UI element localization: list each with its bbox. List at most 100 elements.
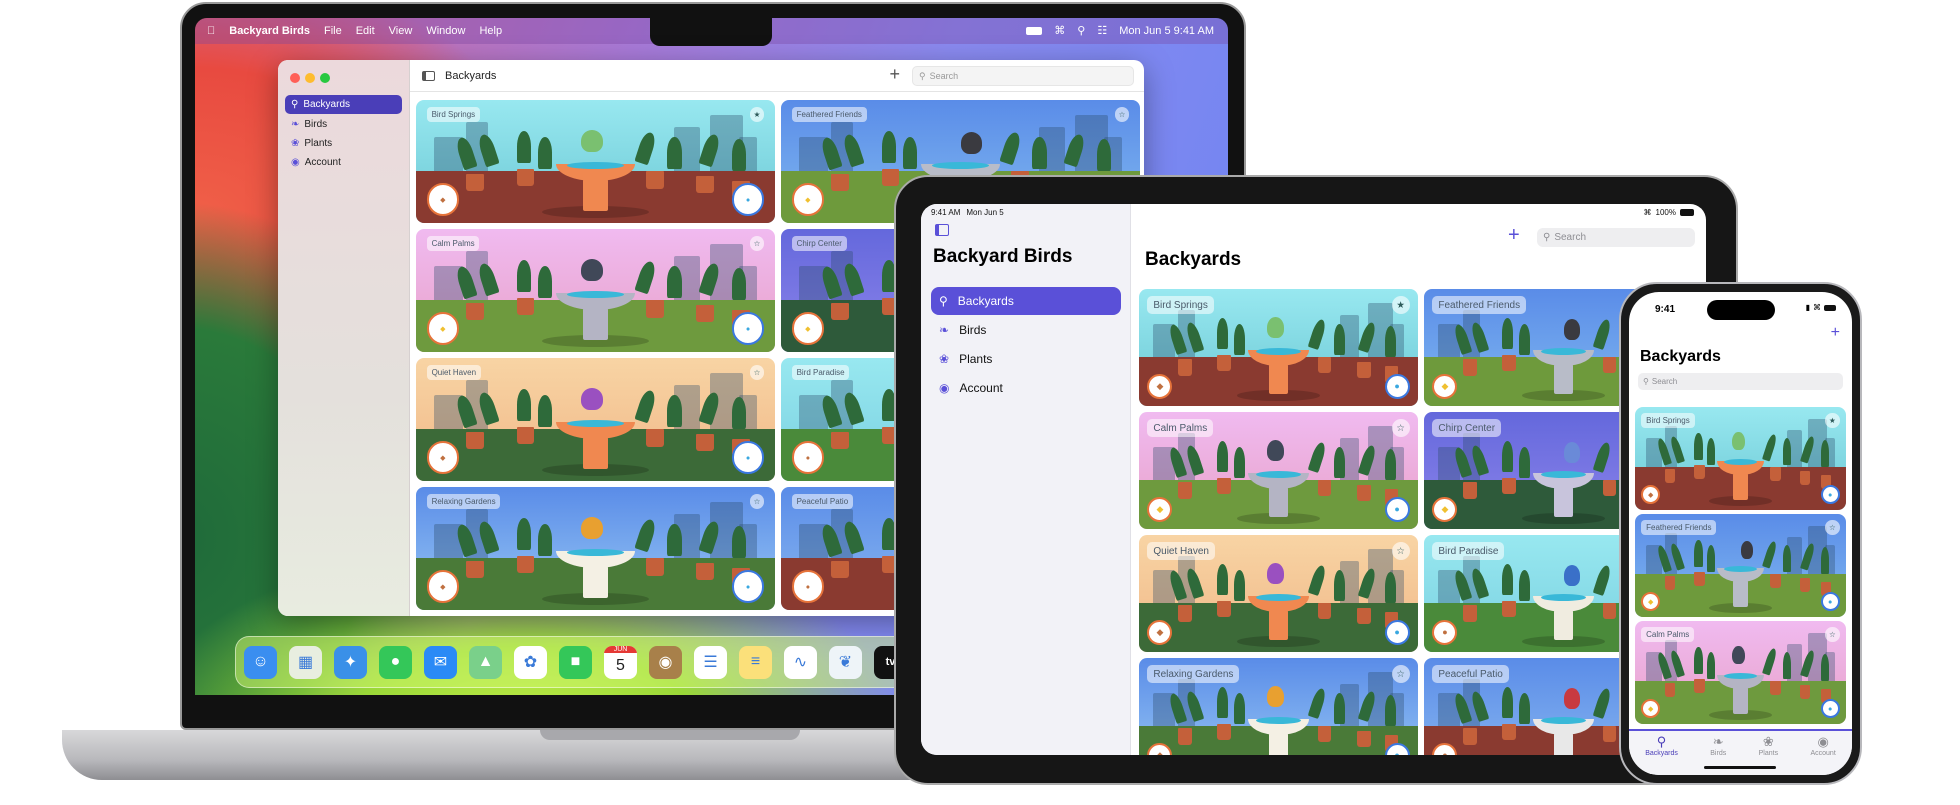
plant-leaf — [1782, 544, 1792, 572]
plant-pot — [881, 168, 900, 187]
sidebar-item-account[interactable]: ◉ Account — [285, 153, 402, 172]
finder-icon[interactable]: ☺ — [244, 645, 277, 679]
calendar-icon[interactable]: JUN 5 — [604, 645, 637, 679]
search-input[interactable]: ⚲ Search — [1537, 228, 1695, 247]
zoom-button[interactable] — [320, 73, 330, 83]
backyard-card[interactable]: ◆ ● Relaxing Gardens ☆ — [1139, 658, 1418, 755]
backyard-card[interactable]: ◆ ● Calm Palms ☆ — [416, 229, 775, 352]
food-badge[interactable]: ◆ — [791, 183, 825, 216]
battery-icon[interactable] — [1026, 27, 1043, 35]
food-badge[interactable]: ◆ — [426, 570, 460, 603]
sidebar-item-backyards[interactable]: ⚲ Backyards — [285, 95, 402, 114]
favorite-star-icon[interactable]: ☆ — [749, 365, 765, 380]
tab-backyards[interactable]: ⚲ Backyards — [1645, 735, 1678, 775]
control-center-icon[interactable]: ☷ — [1097, 25, 1107, 37]
close-button[interactable] — [290, 73, 300, 83]
birdbath-icon: ⚲ — [939, 294, 948, 308]
backyard-card[interactable]: ◆ ● Relaxing Gardens ☆ — [416, 487, 775, 610]
add-button[interactable]: + — [1831, 324, 1840, 342]
food-badge[interactable]: ◆ — [1641, 698, 1661, 718]
favorite-star-icon[interactable]: ☆ — [1114, 107, 1130, 122]
food-badge[interactable]: ● — [791, 441, 825, 474]
sidebar-toggle-icon[interactable] — [935, 224, 949, 236]
water-badge[interactable]: ● — [731, 441, 765, 474]
photos-icon[interactable]: ✿ — [514, 645, 547, 679]
menu-help[interactable]: Help — [479, 25, 502, 37]
backyard-card[interactable]: ◆ ● Bird Springs ★ — [416, 100, 775, 223]
favorite-star-icon[interactable]: ☆ — [749, 494, 765, 509]
water-badge[interactable]: ● — [731, 570, 765, 603]
food-badge[interactable]: ◆ — [1641, 591, 1661, 611]
search-icon[interactable]: ⚲ — [1077, 25, 1085, 37]
favorite-star-filled-icon[interactable]: ★ — [749, 107, 765, 122]
sidebar-toggle-icon[interactable] — [422, 70, 435, 81]
water-badge[interactable]: ● — [1820, 484, 1840, 504]
launchpad-icon[interactable]: ▦ — [289, 645, 322, 679]
apple-icon[interactable]:  — [207, 25, 215, 37]
wifi-icon[interactable]: ⌘ — [1054, 25, 1065, 37]
plant-leaf — [1217, 441, 1229, 472]
water-badge[interactable]: ● — [1820, 591, 1840, 611]
mail-icon[interactable]: ✉ — [424, 645, 457, 679]
favorite-star-icon[interactable]: ☆ — [1825, 520, 1840, 535]
favorite-star-icon[interactable]: ☆ — [749, 236, 765, 251]
sidebar-item-birds[interactable]: ❧ Birds — [285, 115, 402, 134]
backyard-card[interactable]: ◆ ● Feathered Friends ☆ — [1635, 514, 1846, 617]
messages-icon[interactable]: ● — [379, 645, 412, 679]
facetime-icon[interactable]: ■ — [559, 645, 592, 679]
water-badge[interactable]: ● — [1384, 496, 1410, 522]
favorite-star-icon[interactable]: ☆ — [1391, 665, 1410, 684]
sidebar-item-account[interactable]: ◉ Account — [931, 374, 1121, 402]
menu-edit[interactable]: Edit — [356, 25, 375, 37]
bird-icon — [581, 516, 603, 539]
food-badge[interactable]: ◆ — [791, 312, 825, 345]
tab-account[interactable]: ◉ Account — [1810, 735, 1835, 775]
water-badge[interactable]: ● — [731, 312, 765, 345]
maps-icon[interactable]: ▲ — [469, 645, 502, 679]
water-badge[interactable]: ● — [1384, 619, 1410, 645]
favorite-star-icon[interactable]: ☆ — [1391, 419, 1410, 438]
water-badge[interactable]: ● — [1820, 698, 1840, 718]
favorite-star-icon[interactable]: ☆ — [1391, 542, 1410, 561]
water-badge[interactable]: ● — [1384, 373, 1410, 399]
menu-view[interactable]: View — [389, 25, 413, 37]
favorite-star-icon[interactable]: ☆ — [1825, 627, 1840, 642]
favorite-star-filled-icon[interactable]: ★ — [1391, 296, 1410, 315]
menu-app-name[interactable]: Backyard Birds — [229, 25, 310, 37]
menu-window[interactable]: Window — [426, 25, 465, 37]
backyard-card[interactable]: ◆ ● Calm Palms ☆ — [1635, 621, 1846, 724]
sidebar-item-backyards[interactable]: ⚲ Backyards — [931, 287, 1121, 315]
backyard-card[interactable]: ◆ ● Bird Springs ★ — [1635, 407, 1846, 510]
food-badge[interactable]: ◆ — [426, 183, 460, 216]
suet-icon: ◆ — [1156, 503, 1164, 514]
food-badge[interactable]: ◆ — [1641, 484, 1661, 504]
water-badge[interactable]: ● — [731, 183, 765, 216]
sidebar-item-birds[interactable]: ❧ Birds — [931, 316, 1121, 344]
add-button[interactable]: + — [1508, 224, 1520, 247]
backyard-card[interactable]: ◆ ● Quiet Haven ☆ — [416, 358, 775, 481]
reminders-icon[interactable]: ☰ — [694, 645, 727, 679]
food-badge[interactable]: ◆ — [426, 441, 460, 474]
freeform-icon[interactable]: ∿ — [784, 645, 817, 679]
hummingbird-icon[interactable]: ❦ — [829, 645, 862, 679]
tab-birds[interactable]: ❧ Birds — [1710, 735, 1726, 775]
backyard-card[interactable]: ◆ ● Quiet Haven ☆ — [1139, 535, 1418, 652]
add-button[interactable]: + — [889, 64, 900, 85]
safari-icon[interactable]: ✦ — [334, 645, 367, 679]
plant-leaf — [516, 388, 531, 421]
notes-icon[interactable]: ≡ — [739, 645, 772, 679]
search-input[interactable]: ⚲ Search — [912, 66, 1134, 86]
favorite-star-filled-icon[interactable]: ★ — [1825, 413, 1840, 428]
backyard-card[interactable]: ◆ ● Calm Palms ☆ — [1139, 412, 1418, 529]
sidebar-item-plants[interactable]: ❀ Plants — [285, 134, 402, 153]
food-badge[interactable]: ◆ — [426, 312, 460, 345]
menu-clock[interactable]: Mon Jun 5 9:41 AM — [1119, 25, 1214, 37]
sidebar-item-plants[interactable]: ❀ Plants — [931, 345, 1121, 373]
tab-plants[interactable]: ❀ Plants — [1759, 735, 1778, 775]
backyard-card[interactable]: ◆ ● Bird Springs ★ — [1139, 289, 1418, 406]
food-badge[interactable]: ● — [791, 570, 825, 603]
search-input[interactable]: ⚲ Search — [1638, 373, 1843, 390]
minimize-button[interactable] — [305, 73, 315, 83]
contacts-icon[interactable]: ◉ — [649, 645, 682, 679]
menu-file[interactable]: File — [324, 25, 342, 37]
